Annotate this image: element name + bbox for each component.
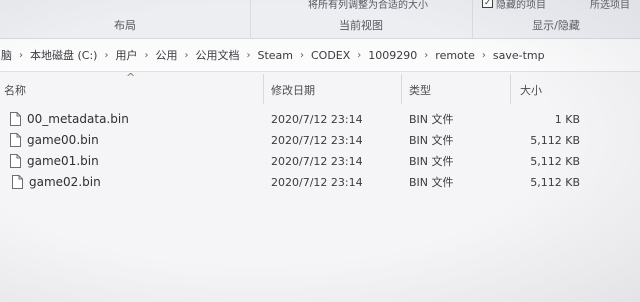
breadcrumb-item-steam[interactable]: Steam	[256, 49, 294, 62]
ribbon: 布局 将所有列调整为合适的大小 当前视图 ✓ 隐藏的项目 所选项目 显示/隐藏	[0, 0, 640, 39]
file-icon	[10, 112, 21, 126]
chevron-right-icon[interactable]: ›	[351, 50, 367, 61]
breadcrumb-item-codex[interactable]: CODEX	[310, 49, 351, 62]
chevron-right-icon[interactable]: ›	[98, 50, 114, 61]
breadcrumb-item-users[interactable]: 用户	[114, 47, 138, 63]
column-divider[interactable]	[510, 74, 511, 104]
file-row[interactable]: game00.bin 2020/7/12 23:14 BIN 文件 5,112 …	[0, 130, 640, 151]
chevron-right-icon[interactable]: ›	[240, 50, 256, 61]
file-date-modified: 2020/7/12 23:14	[271, 134, 363, 147]
ribbon-group-show-hide-label: 显示/隐藏	[532, 19, 580, 32]
file-type: BIN 文件	[409, 176, 454, 189]
file-row[interactable]: game01.bin 2020/7/12 23:14 BIN 文件 5,112 …	[0, 151, 640, 172]
ribbon-group-layout-label: 布局	[114, 19, 136, 32]
breadcrumb: 脑 › 本地磁盘 (C:) › 用户 › 公用 › 公用文档 › Steam ›…	[0, 39, 546, 71]
file-date-modified: 2020/7/12 23:14	[271, 155, 363, 168]
file-row[interactable]: 00_metadata.bin 2020/7/12 23:14 BIN 文件 1…	[0, 109, 640, 130]
chevron-right-icon[interactable]: ›	[476, 50, 492, 61]
file-type: BIN 文件	[409, 155, 454, 168]
hidden-items-label: 隐藏的项目	[496, 0, 546, 11]
file-date-modified: 2020/7/12 23:14	[271, 113, 363, 126]
ribbon-group-current-view-label: 当前视图	[339, 19, 383, 32]
column-header-name[interactable]: 名称	[4, 81, 254, 101]
address-bar[interactable]: 脑 › 本地磁盘 (C:) › 用户 › 公用 › 公用文档 › Steam ›…	[0, 39, 640, 72]
file-size: 5,112 KB	[530, 176, 580, 189]
breadcrumb-item-public-documents[interactable]: 公用文档	[194, 47, 240, 63]
file-name[interactable]: game02.bin	[29, 172, 101, 193]
hidden-items-checkbox[interactable]: ✓	[482, 0, 493, 8]
file-name[interactable]: game00.bin	[27, 130, 99, 151]
file-size: 1 KB	[554, 113, 580, 126]
file-icon	[10, 154, 21, 168]
breadcrumb-item-save-tmp[interactable]: save-tmp	[492, 49, 546, 62]
file-size: 5,112 KB	[530, 134, 580, 147]
breadcrumb-item-this-pc[interactable]: 脑	[0, 47, 13, 63]
file-icon	[10, 133, 21, 147]
file-date-modified: 2020/7/12 23:14	[271, 176, 363, 189]
ribbon-group-current-view[interactable]: 将所有列调整为合适的大小 当前视图	[250, 0, 473, 38]
breadcrumb-item-remote[interactable]: remote	[434, 49, 476, 62]
explorer-window: 布局 将所有列调整为合适的大小 当前视图 ✓ 隐藏的项目 所选项目 显示/隐藏 …	[0, 0, 640, 302]
chevron-right-icon[interactable]: ›	[13, 50, 29, 61]
selected-items-label: 所选项目	[590, 0, 630, 11]
file-name[interactable]: 00_metadata.bin	[27, 109, 129, 130]
file-type: BIN 文件	[409, 113, 454, 126]
ribbon-group-layout[interactable]: 布局	[0, 0, 251, 38]
ribbon-group-show-hide[interactable]: ✓ 隐藏的项目 所选项目 显示/隐藏	[472, 0, 640, 38]
chevron-right-icon[interactable]: ›	[138, 50, 154, 61]
column-header-date-modified[interactable]: 修改日期	[271, 81, 399, 101]
file-type: BIN 文件	[409, 134, 454, 147]
column-header-size[interactable]: 大小	[520, 81, 600, 101]
chevron-right-icon[interactable]: ›	[418, 50, 434, 61]
chevron-right-icon[interactable]: ›	[294, 50, 310, 61]
column-divider[interactable]	[263, 74, 264, 104]
file-size: 5,112 KB	[530, 155, 580, 168]
breadcrumb-item-app-id[interactable]: 1009290	[367, 49, 418, 62]
size-all-columns-to-fit-button[interactable]: 将所有列调整为合适的大小	[308, 0, 428, 11]
column-header-type[interactable]: 类型	[409, 81, 509, 101]
breadcrumb-item-local-disk[interactable]: 本地磁盘 (C:)	[29, 47, 98, 63]
column-divider[interactable]	[401, 74, 402, 104]
file-name[interactable]: game01.bin	[27, 151, 99, 172]
breadcrumb-item-public[interactable]: 公用	[154, 47, 178, 63]
file-icon	[12, 175, 23, 189]
file-row[interactable]: game02.bin 2020/7/12 23:14 BIN 文件 5,112 …	[0, 172, 640, 193]
chevron-right-icon[interactable]: ›	[178, 50, 194, 61]
